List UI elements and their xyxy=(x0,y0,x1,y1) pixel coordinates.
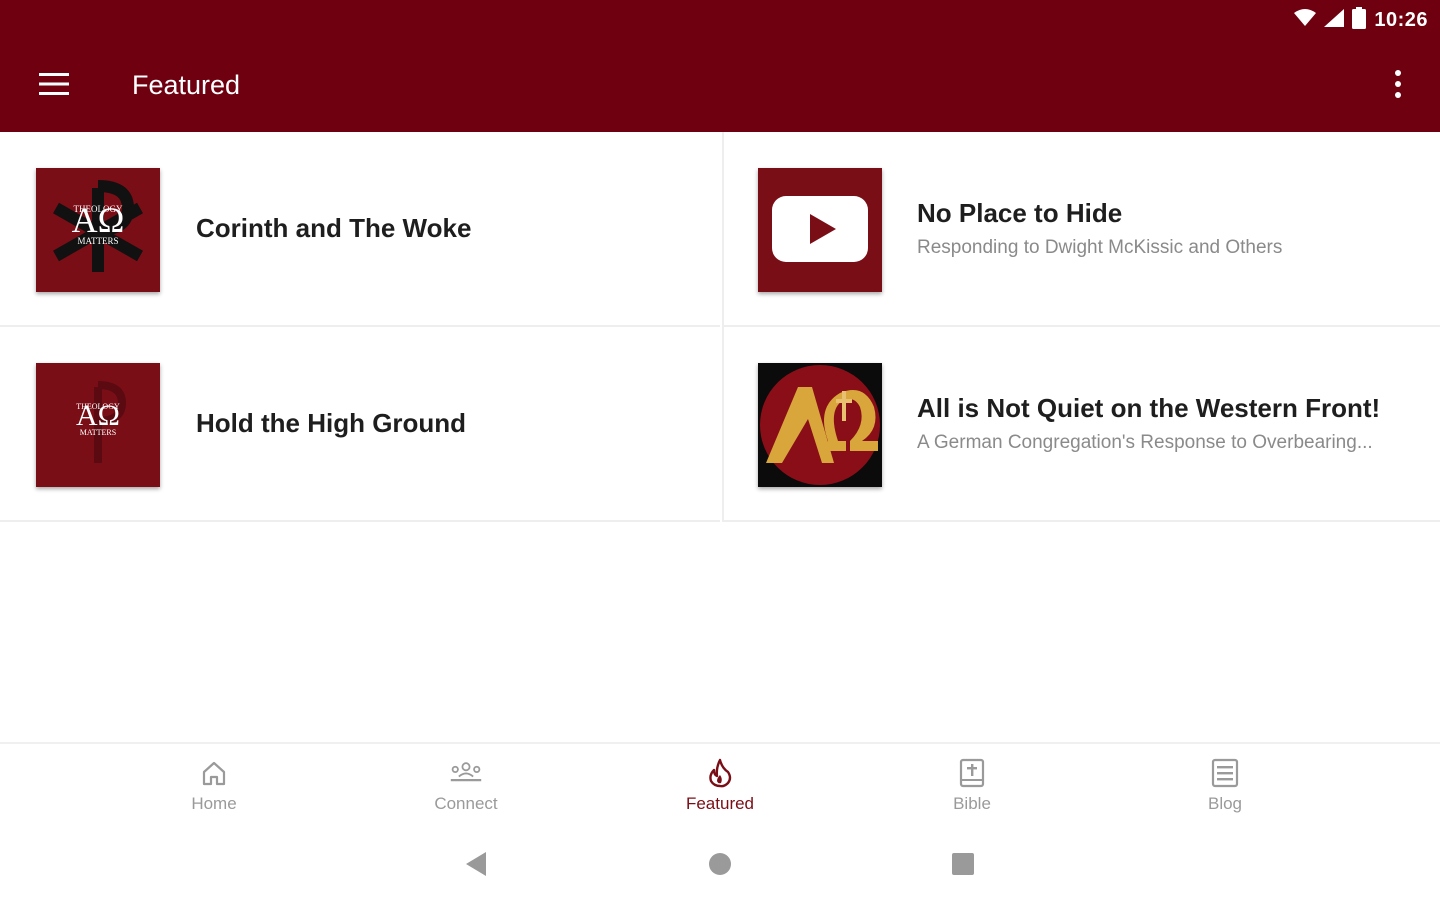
home-circle-icon xyxy=(708,852,732,881)
back-button[interactable] xyxy=(456,850,496,882)
featured-card[interactable]: AΩ THEOLOGY MATTERS Corinth and The Woke xyxy=(0,132,720,327)
recents-button[interactable] xyxy=(943,850,983,882)
recents-square-icon xyxy=(951,852,975,881)
nav-home[interactable]: Home xyxy=(134,756,294,826)
card-title: All is Not Quiet on the Western Front! xyxy=(917,393,1381,423)
app-bar: 10:26 Featured xyxy=(0,0,1440,132)
menu-button[interactable] xyxy=(32,68,76,104)
card-subtitle: A German Congregation's Response to Over… xyxy=(917,432,1373,453)
status-bar: 10:26 xyxy=(1294,6,1428,34)
featured-card[interactable]: No Place to Hide Responding to Dwight Mc… xyxy=(722,132,1440,327)
more-vert-icon xyxy=(1395,69,1401,103)
card-subtitle: Responding to Dwight McKissic and Others xyxy=(917,237,1283,258)
card-title: Hold the High Ground xyxy=(196,408,467,438)
blog-icon xyxy=(1208,756,1242,790)
wifi-icon xyxy=(1294,8,1317,32)
nav-bible[interactable]: Bible xyxy=(892,756,1052,826)
page-title: Featured xyxy=(132,70,241,100)
card-title: No Place to Hide xyxy=(917,198,1123,228)
svg-text:THEOLOGY: THEOLOGY xyxy=(76,402,120,411)
home-button[interactable] xyxy=(700,850,740,882)
featured-card[interactable]: All is Not Quiet on the Western Front! A… xyxy=(722,327,1440,522)
home-icon xyxy=(197,756,231,790)
nav-connect[interactable]: Connect xyxy=(386,756,546,826)
svg-text:MATTERS: MATTERS xyxy=(77,236,118,246)
hamburger-icon xyxy=(39,72,69,100)
featured-card[interactable]: AΩ THEOLOGY MATTERS Hold the High Ground xyxy=(0,327,720,522)
battery-icon xyxy=(1352,6,1367,34)
theology-matters-logo: AΩ THEOLOGY MATTERS xyxy=(36,168,160,292)
system-navigation-bar xyxy=(0,832,1440,900)
people-icon xyxy=(449,756,483,790)
svg-text:THEOLOGY: THEOLOGY xyxy=(74,204,123,214)
svg-text:MATTERS: MATTERS xyxy=(80,428,116,437)
alpha-omega-cross-logo xyxy=(758,363,882,487)
nav-blog[interactable]: Blog xyxy=(1145,756,1305,826)
back-triangle-icon xyxy=(464,851,488,882)
status-time: 10:26 xyxy=(1374,8,1428,31)
featured-grid: AΩ THEOLOGY MATTERS Corinth and The Woke… xyxy=(0,132,1440,522)
signal-icon xyxy=(1324,8,1345,32)
flame-icon xyxy=(703,756,737,790)
youtube-thumbnail xyxy=(758,168,882,292)
overflow-menu-button[interactable] xyxy=(1384,68,1412,104)
toolbar: Featured xyxy=(0,48,1440,124)
bible-icon xyxy=(955,756,989,790)
nav-featured[interactable]: Featured xyxy=(640,756,800,826)
theology-matters-logo: AΩ THEOLOGY MATTERS xyxy=(36,363,160,487)
card-title: Corinth and The Woke xyxy=(196,213,472,243)
bottom-navigation: Home Connect Featured Bible Blog xyxy=(0,742,1440,832)
